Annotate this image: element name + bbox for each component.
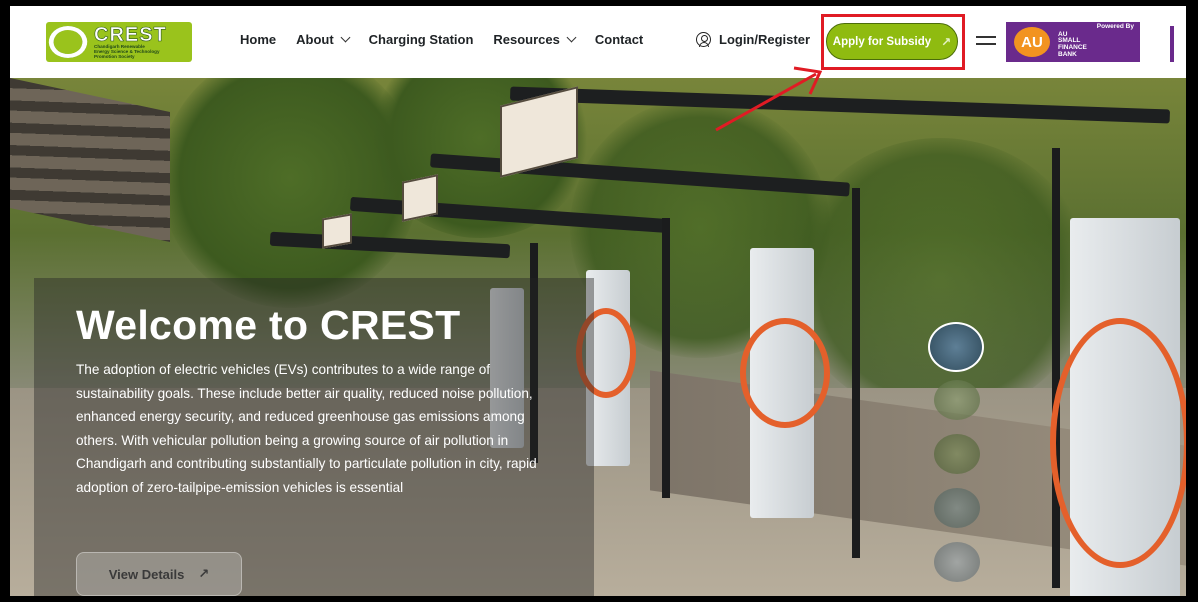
annotation-arrow bbox=[715, 66, 823, 132]
browser-page: CREST Chandigarh Renewable Energy Scienc… bbox=[10, 6, 1186, 596]
